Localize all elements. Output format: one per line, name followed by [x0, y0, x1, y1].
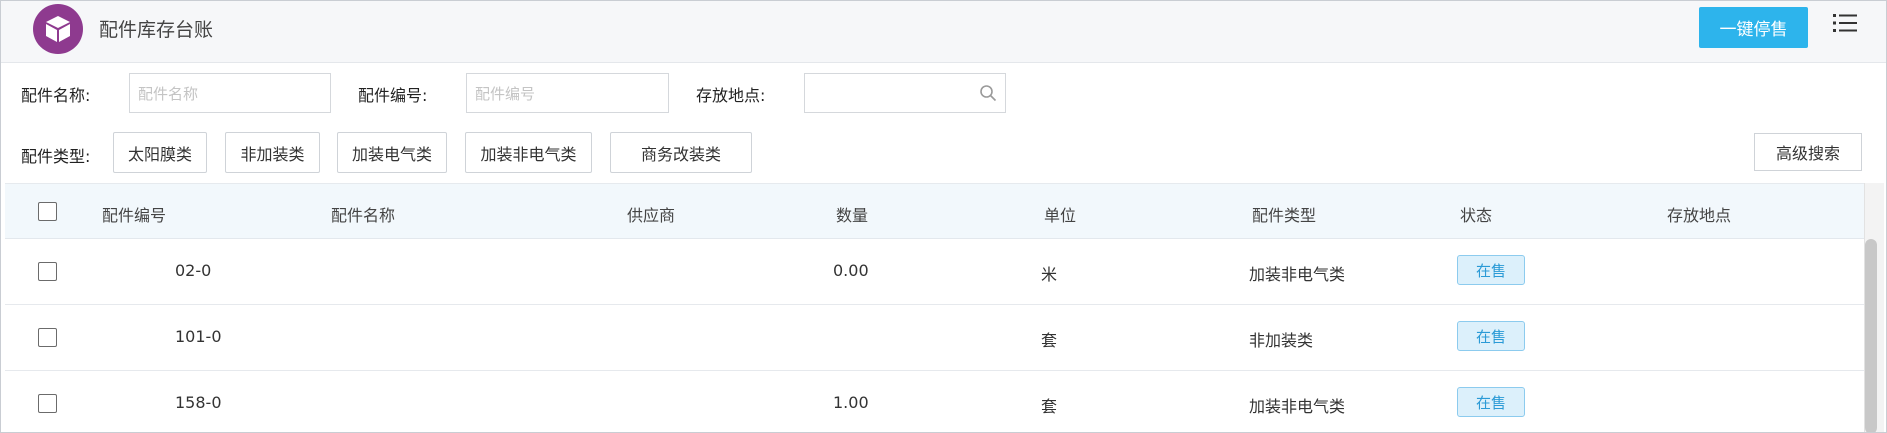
- type-button-business-modification[interactable]: 商务改装类: [610, 132, 752, 173]
- quantity-cell: 0.00: [833, 261, 869, 280]
- part-number-cell: 158-0: [175, 393, 222, 412]
- part-type-cell: 加装非电气类: [1249, 265, 1346, 284]
- type-button-non-addon[interactable]: 非加装类: [225, 132, 320, 173]
- page-title: 配件库存台账: [99, 19, 214, 41]
- part-number-cell: 101-0: [175, 327, 222, 346]
- page-header: 配件库存台账 一键停售: [1, 1, 1886, 63]
- table-header: 配件编号 配件名称 供应商 数量 单位 配件类型 状态 存放地点: [5, 183, 1864, 239]
- column-header-supplier[interactable]: 供应商: [627, 202, 675, 226]
- column-header-unit[interactable]: 单位: [1044, 202, 1076, 226]
- part-number-input[interactable]: 配件编号: [466, 73, 669, 113]
- quantity-cell: 1.00: [833, 393, 869, 412]
- stop-sale-button[interactable]: 一键停售: [1699, 7, 1808, 48]
- cube-icon: [33, 4, 83, 54]
- unit-cell: 米: [1041, 265, 1058, 284]
- select-all-checkbox[interactable]: [38, 202, 57, 221]
- part-number-label: 配件编号:: [358, 86, 428, 105]
- column-header-status[interactable]: 状态: [1460, 202, 1492, 226]
- row-checkbox[interactable]: [38, 262, 57, 281]
- unit-cell: 套: [1041, 397, 1058, 416]
- column-header-part-name[interactable]: 配件名称: [331, 202, 395, 226]
- column-header-part-number[interactable]: 配件编号: [102, 202, 166, 226]
- status-badge: 在售: [1457, 255, 1525, 285]
- location-search-input[interactable]: [804, 73, 1006, 113]
- type-button-non-electrical-addon[interactable]: 加装非电气类: [465, 132, 592, 173]
- unit-cell: 套: [1041, 331, 1058, 350]
- table-row[interactable]: 158-0 1.00 套 加装非电气类 在售: [5, 371, 1864, 432]
- column-header-location[interactable]: 存放地点: [1667, 202, 1731, 226]
- search-icon[interactable]: [979, 84, 997, 102]
- app-window: 配件库存台账 一键停售 配件名称: 配件名称 配件编号: 配件编号 存放地点: …: [0, 0, 1887, 433]
- type-button-electrical-addon[interactable]: 加装电气类: [337, 132, 447, 173]
- column-header-part-type[interactable]: 配件类型: [1252, 202, 1316, 226]
- status-badge: 在售: [1457, 321, 1525, 351]
- part-number-cell: 02-0: [175, 261, 212, 280]
- status-badge: 在售: [1457, 387, 1525, 417]
- part-type-cell: 加装非电气类: [1249, 397, 1346, 416]
- type-button-solar-film[interactable]: 太阳膜类: [113, 132, 207, 173]
- list-menu-icon[interactable]: [1833, 13, 1857, 33]
- column-header-quantity[interactable]: 数量: [836, 202, 868, 226]
- location-label: 存放地点:: [696, 86, 766, 105]
- advanced-search-button[interactable]: 高级搜索: [1754, 133, 1862, 171]
- part-name-label: 配件名称:: [21, 86, 91, 105]
- row-checkbox[interactable]: [38, 394, 57, 413]
- part-name-input[interactable]: 配件名称: [129, 73, 331, 113]
- table-row[interactable]: 02-0 0.00 米 加装非电气类 在售: [5, 239, 1864, 305]
- row-checkbox[interactable]: [38, 328, 57, 347]
- part-type-cell: 非加装类: [1249, 331, 1314, 350]
- scrollbar-thumb[interactable]: [1865, 239, 1877, 432]
- part-type-label: 配件类型:: [21, 147, 91, 166]
- table-row[interactable]: 101-0 套 非加装类 在售: [5, 305, 1864, 371]
